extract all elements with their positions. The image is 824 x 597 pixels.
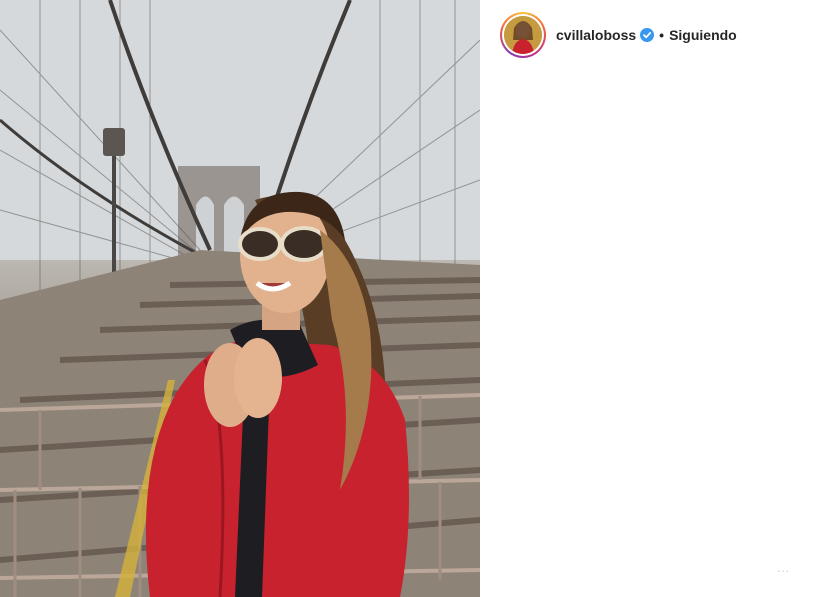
verified-badge-icon [640,28,655,42]
following-button[interactable]: Siguiendo [669,27,737,43]
photo-illustration [0,0,480,597]
post-sidebar: cvillaloboss • Siguiendo ... [480,0,824,597]
post-header: cvillaloboss • Siguiendo [500,12,737,58]
instagram-post: cvillaloboss • Siguiendo ... [0,0,824,597]
more-options-icon[interactable]: ... [777,561,790,575]
header-separator: • [659,27,665,43]
post-photo[interactable] [0,0,480,597]
username-link[interactable]: cvillaloboss [556,27,636,43]
avatar[interactable] [504,16,542,54]
avatar-image [504,16,542,54]
avatar-border [502,14,544,56]
story-ring[interactable] [500,12,546,58]
